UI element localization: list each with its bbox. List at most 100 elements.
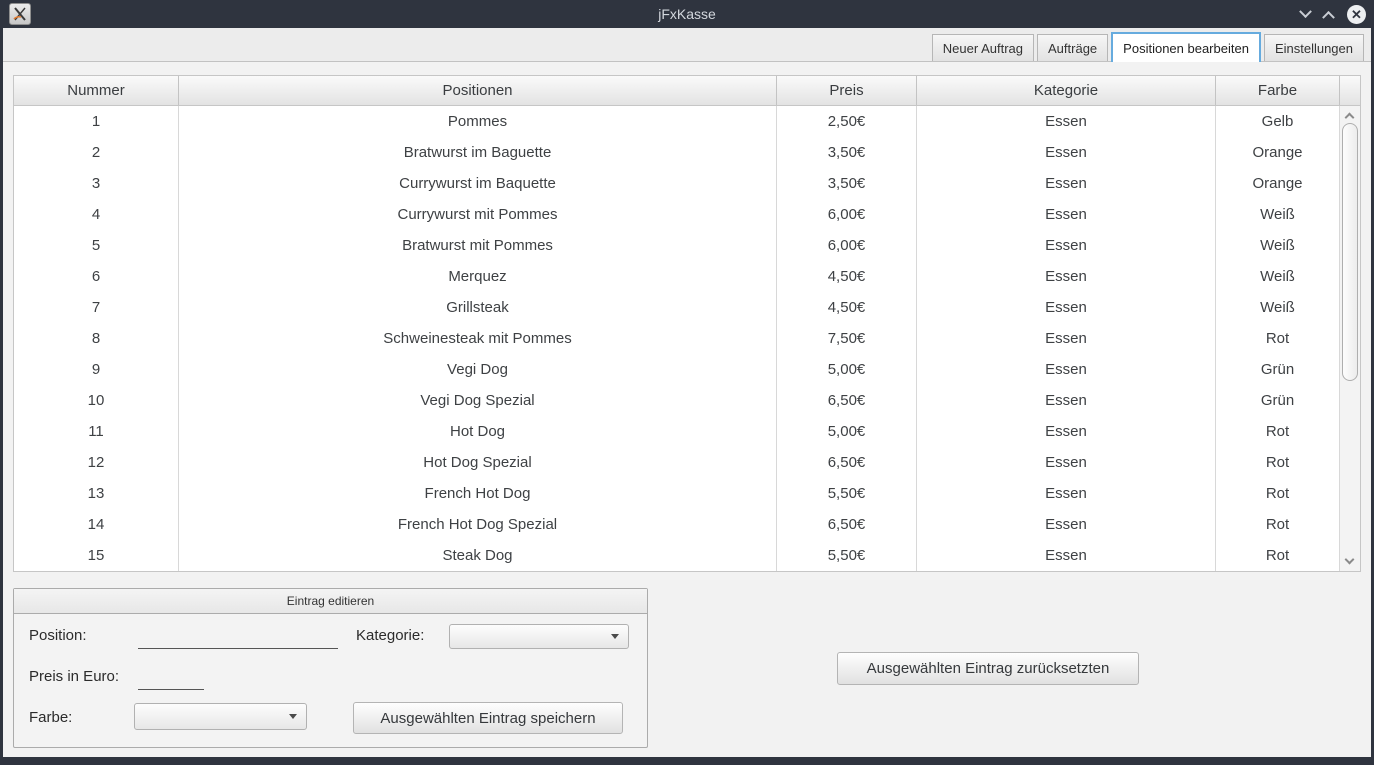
table-cell: 3 <box>14 168 179 199</box>
table-cell: Essen <box>917 261 1216 292</box>
column-header-farbe[interactable]: Farbe <box>1216 76 1340 105</box>
table-cell: 11 <box>14 416 179 447</box>
table-cell: Pommes <box>179 106 777 137</box>
table-cell: 4 <box>14 199 179 230</box>
table-cell: Rot <box>1216 540 1340 571</box>
table-cell: Currywurst mit Pommes <box>179 199 777 230</box>
table-row[interactable]: 4Currywurst mit Pommes6,00€EssenWeiß <box>14 199 1360 230</box>
table-cell: Merquez <box>179 261 777 292</box>
scroll-down-icon[interactable] <box>1345 555 1355 565</box>
table-row[interactable]: 6Merquez4,50€EssenWeiß <box>14 261 1360 292</box>
table-cell: 8 <box>14 323 179 354</box>
farbe-label: Farbe: <box>29 709 72 726</box>
kategorie-label: Kategorie: <box>356 627 424 644</box>
save-entry-button[interactable]: Ausgewählten Eintrag speichern <box>353 702 623 734</box>
table-cell: 2 <box>14 137 179 168</box>
table-cell: Essen <box>917 199 1216 230</box>
column-header-kategorie[interactable]: Kategorie <box>917 76 1216 105</box>
chevron-up-icon[interactable] <box>1322 10 1335 23</box>
table-cell: 3,50€ <box>777 168 917 199</box>
reset-entry-button[interactable]: Ausgewählten Eintrag zurücksetzten <box>837 652 1139 685</box>
table-cell: 7,50€ <box>777 323 917 354</box>
table-cell: 6,50€ <box>777 385 917 416</box>
chevron-down-icon[interactable] <box>1299 5 1312 18</box>
table-cell: 9 <box>14 354 179 385</box>
table-cell: Rot <box>1216 323 1340 354</box>
table-cell: French Hot Dog Spezial <box>179 509 777 540</box>
column-header-positionen[interactable]: Positionen <box>179 76 777 105</box>
table-cell: Essen <box>917 354 1216 385</box>
table-row[interactable]: 2Bratwurst im Baguette3,50€EssenOrange <box>14 137 1360 168</box>
table-cell: Gelb <box>1216 106 1340 137</box>
table-row[interactable]: 12Hot Dog Spezial6,50€EssenRot <box>14 447 1360 478</box>
table-cell: 15 <box>14 540 179 571</box>
window-title: jFxKasse <box>0 6 1374 22</box>
table-body: 1Pommes2,50€EssenGelb2Bratwurst im Bague… <box>14 106 1360 571</box>
table-cell: 12 <box>14 447 179 478</box>
table-row[interactable]: 11Hot Dog5,00€EssenRot <box>14 416 1360 447</box>
table-cell: 10 <box>14 385 179 416</box>
tab-positionen-bearbeiten[interactable]: Positionen bearbeiten <box>1111 32 1261 62</box>
vertical-scrollbar[interactable] <box>1340 106 1360 571</box>
kategorie-dropdown[interactable] <box>449 624 629 649</box>
scrollbar-thumb[interactable] <box>1342 123 1358 381</box>
tab-einstellungen[interactable]: Einstellungen <box>1264 34 1364 61</box>
column-header-preis[interactable]: Preis <box>777 76 917 105</box>
table-cell: Grün <box>1216 354 1340 385</box>
table-cell: Hot Dog <box>179 416 777 447</box>
column-header-nummer[interactable]: Nummer <box>14 76 179 105</box>
table-cell: Vegi Dog Spezial <box>179 385 777 416</box>
table-row[interactable]: 9Vegi Dog5,00€EssenGrün <box>14 354 1360 385</box>
table-cell: Essen <box>917 230 1216 261</box>
table-cell: Essen <box>917 292 1216 323</box>
table-cell: Orange <box>1216 168 1340 199</box>
table-cell: 4,50€ <box>777 292 917 323</box>
table-cell: Essen <box>917 168 1216 199</box>
table-cell: 6,00€ <box>777 199 917 230</box>
table-cell: Currywurst im Baquette <box>179 168 777 199</box>
table-cell: Rot <box>1216 509 1340 540</box>
chevron-down-icon <box>289 714 297 719</box>
table-cell: 13 <box>14 478 179 509</box>
table-cell: Essen <box>917 137 1216 168</box>
edit-entry-panel-title: Eintrag editieren <box>14 589 647 614</box>
table-cell: 3,50€ <box>777 137 917 168</box>
table-cell: 6,50€ <box>777 509 917 540</box>
table-cell: 5 <box>14 230 179 261</box>
table-cell: Essen <box>917 447 1216 478</box>
table-cell: 4,50€ <box>777 261 917 292</box>
table-cell: Essen <box>917 323 1216 354</box>
main-content: NummerPositionenPreisKategorieFarbe 1Pom… <box>3 62 1371 757</box>
table-row[interactable]: 8Schweinesteak mit Pommes7,50€EssenRot <box>14 323 1360 354</box>
close-icon[interactable]: ✕ <box>1347 5 1366 24</box>
positions-table: NummerPositionenPreisKategorieFarbe 1Pom… <box>13 75 1361 572</box>
table-cell: Rot <box>1216 478 1340 509</box>
table-row[interactable]: 7Grillsteak4,50€EssenWeiß <box>14 292 1360 323</box>
table-cell: 2,50€ <box>777 106 917 137</box>
table-row[interactable]: 13French Hot Dog5,50€EssenRot <box>14 478 1360 509</box>
table-row[interactable]: 5Bratwurst mit Pommes6,00€EssenWeiß <box>14 230 1360 261</box>
table-cell: Weiß <box>1216 292 1340 323</box>
table-cell: 5,50€ <box>777 478 917 509</box>
preis-label: Preis in Euro: <box>29 668 119 685</box>
table-row[interactable]: 15Steak Dog5,50€EssenRot <box>14 540 1360 571</box>
scroll-up-icon[interactable] <box>1345 113 1355 123</box>
preis-input[interactable] <box>138 670 204 690</box>
table-row[interactable]: 1Pommes2,50€EssenGelb <box>14 106 1360 137</box>
table-cell: Steak Dog <box>179 540 777 571</box>
position-input[interactable] <box>138 629 338 649</box>
tab-bar: Neuer AuftragAufträgePositionen bearbeit… <box>3 28 1371 62</box>
tab-auftraege[interactable]: Aufträge <box>1037 34 1108 61</box>
table-cell: Hot Dog Spezial <box>179 447 777 478</box>
column-header-filler <box>1340 76 1360 105</box>
table-row[interactable]: 3Currywurst im Baquette3,50€EssenOrange <box>14 168 1360 199</box>
table-row[interactable]: 10Vegi Dog Spezial6,50€EssenGrün <box>14 385 1360 416</box>
table-row[interactable]: 14French Hot Dog Spezial6,50€EssenRot <box>14 509 1360 540</box>
table-cell: 6 <box>14 261 179 292</box>
tab-neuer-auftrag[interactable]: Neuer Auftrag <box>932 34 1034 61</box>
position-label: Position: <box>29 627 87 644</box>
table-cell: Orange <box>1216 137 1340 168</box>
farbe-dropdown[interactable] <box>134 703 307 730</box>
table-cell: Essen <box>917 478 1216 509</box>
table-cell: 1 <box>14 106 179 137</box>
